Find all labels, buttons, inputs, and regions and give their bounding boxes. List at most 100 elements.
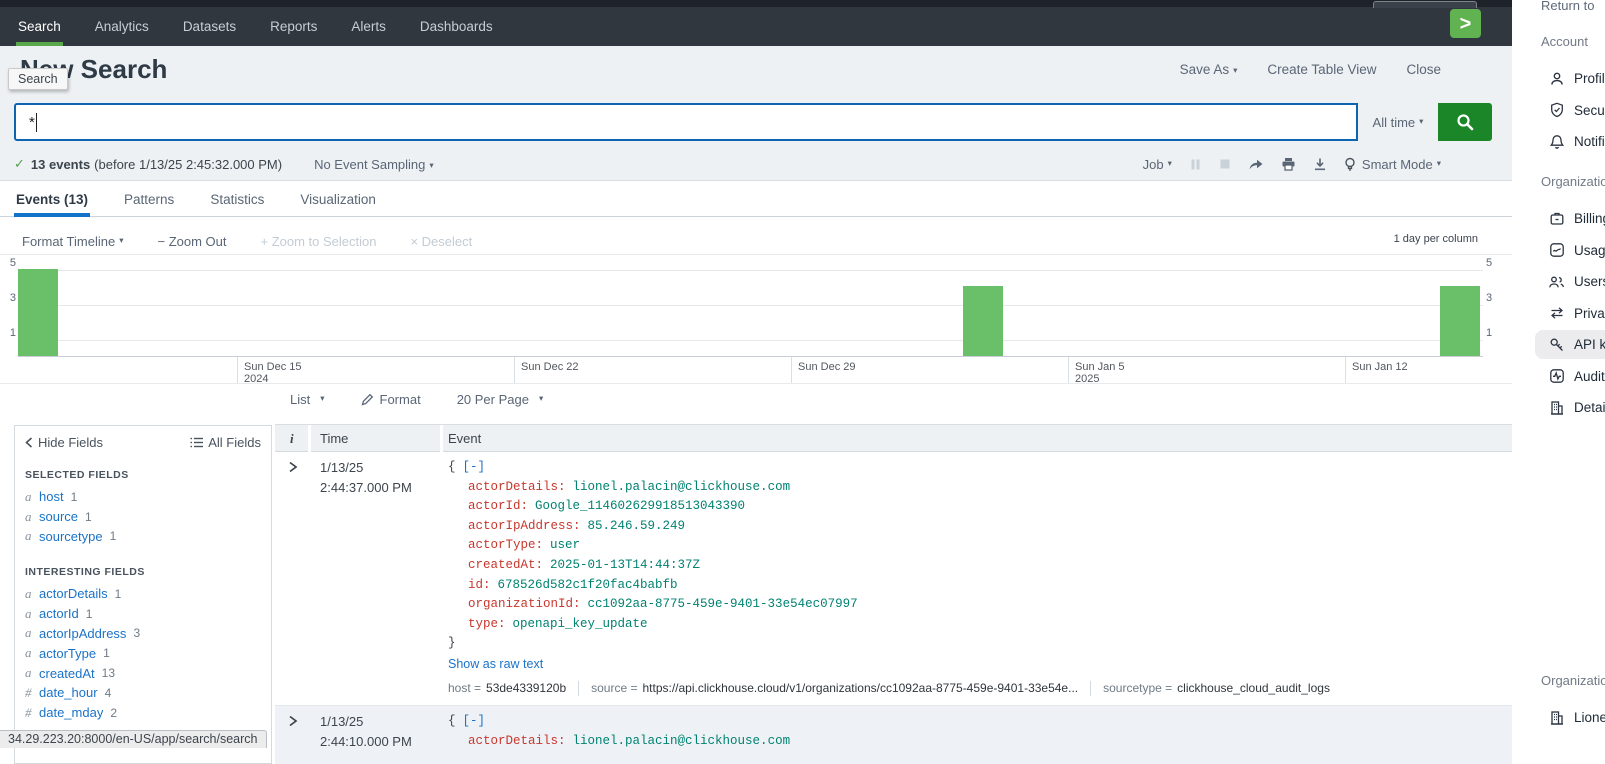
json-value[interactable]: openapi_key_update bbox=[513, 617, 648, 631]
zoom-out-button[interactable]: − Zoom Out bbox=[157, 234, 226, 249]
panel-item-private-endpoints[interactable]: Private... bbox=[1548, 298, 1605, 330]
zoom-to-selection-button[interactable]: + Zoom to Selection bbox=[260, 234, 376, 249]
panel-item-notifications[interactable]: Notifications bbox=[1548, 126, 1605, 158]
timeline-toolbar: Format Timeline − Zoom Out + Zoom to Sel… bbox=[0, 228, 1512, 255]
column-header-event: Event bbox=[448, 425, 481, 452]
field-item-sourcetype[interactable]: asourcetype1 bbox=[25, 527, 267, 547]
smart-mode-dropdown[interactable]: Smart Mode bbox=[1344, 157, 1441, 172]
panel-item-users[interactable]: Users bbox=[1548, 266, 1605, 298]
return-to-link[interactable]: Return to bbox=[1541, 0, 1594, 13]
json-value[interactable]: Google_114602629918513043390 bbox=[535, 499, 745, 513]
json-collapse-toggle[interactable]: [-] bbox=[463, 714, 486, 728]
x-axis-tick bbox=[1068, 357, 1069, 383]
json-value[interactable]: 85.246.59.249 bbox=[588, 519, 686, 533]
meta-host-value[interactable]: 53de4339120b bbox=[486, 681, 566, 695]
tab-events[interactable]: Events (13) bbox=[14, 181, 90, 217]
top-navbar: Search Analytics Datasets Reports Alerts… bbox=[0, 0, 1512, 46]
field-item-date_hour[interactable]: #date_hour4 bbox=[25, 683, 267, 703]
events-table-header: i Time Event bbox=[275, 424, 1512, 452]
create-table-view-button[interactable]: Create Table View bbox=[1267, 62, 1376, 77]
timeline-bar[interactable] bbox=[963, 286, 1003, 356]
event-count: 13 events bbox=[31, 157, 90, 172]
list-view-dropdown[interactable]: List bbox=[290, 392, 325, 407]
magnifier-icon bbox=[1455, 112, 1475, 132]
deselect-button[interactable]: × Deselect bbox=[410, 234, 472, 249]
search-input[interactable]: * bbox=[14, 103, 1358, 141]
x-axis-label: Sun Dec 22 bbox=[521, 361, 578, 373]
divider bbox=[578, 681, 579, 696]
x-axis-label: Sun Dec 29 bbox=[798, 361, 855, 373]
json-value[interactable]: cc1092aa-8775-459e-9401-33e54ec07997 bbox=[588, 597, 858, 611]
panel-item-api-keys[interactable]: API keys bbox=[1548, 329, 1605, 361]
json-value[interactable]: user bbox=[550, 538, 580, 552]
per-page-dropdown[interactable]: 20 Per Page bbox=[457, 392, 544, 407]
field-item-source[interactable]: asource1 bbox=[25, 507, 267, 527]
pause-button[interactable] bbox=[1189, 158, 1202, 171]
nav-tab-reports[interactable]: Reports bbox=[270, 7, 317, 46]
panel-item-billing[interactable]: Billing bbox=[1548, 203, 1605, 235]
timeline-bar[interactable] bbox=[18, 269, 58, 357]
expand-event-chevron[interactable] bbox=[288, 715, 298, 727]
show-raw-text-link[interactable]: Show as raw text bbox=[448, 654, 543, 674]
event-timestamp: 1/13/25 2:44:10.000 PM bbox=[320, 712, 412, 751]
expand-event-chevron[interactable] bbox=[288, 461, 298, 473]
field-item-actorType[interactable]: aactorType1 bbox=[25, 643, 267, 663]
nav-tab-analytics[interactable]: Analytics bbox=[95, 7, 149, 46]
stop-button[interactable] bbox=[1219, 158, 1231, 170]
timeline-scale-label: 1 day per column bbox=[1394, 233, 1478, 245]
save-as-button[interactable]: Save As bbox=[1180, 62, 1238, 77]
nav-tab-datasets[interactable]: Datasets bbox=[183, 7, 236, 46]
search-button[interactable] bbox=[1438, 103, 1492, 141]
nav-tab-alerts[interactable]: Alerts bbox=[351, 7, 386, 46]
panel-item-usage[interactable]: Usage bbox=[1548, 235, 1605, 267]
format-timeline-dropdown[interactable]: Format Timeline bbox=[22, 234, 123, 249]
meta-source-value[interactable]: https://api.clickhouse.cloud/v1/organiza… bbox=[642, 681, 1078, 695]
json-value[interactable]: 2025-01-13T14:44:37Z bbox=[550, 558, 700, 572]
billing-card-icon bbox=[1548, 210, 1565, 227]
json-key: actorId: bbox=[468, 499, 528, 513]
panel-item-security[interactable]: Security bbox=[1548, 95, 1605, 127]
field-item-actorIpAddress[interactable]: aactorIpAddress3 bbox=[25, 624, 267, 644]
text-cursor bbox=[36, 113, 38, 132]
field-item-actorId[interactable]: aactorId1 bbox=[25, 604, 267, 624]
json-collapse-toggle[interactable]: [-] bbox=[463, 460, 486, 474]
meta-sourcetype-value[interactable]: clickhouse_cloud_audit_logs bbox=[1177, 681, 1330, 695]
field-item-createdAt[interactable]: acreatedAt13 bbox=[25, 663, 267, 683]
share-button[interactable] bbox=[1248, 157, 1264, 171]
browser-status-bar: 34.29.223.20:8000/en-US/app/search/searc… bbox=[0, 730, 267, 748]
close-button[interactable]: Close bbox=[1406, 62, 1441, 77]
nav-tab-search[interactable]: Search bbox=[18, 7, 61, 46]
field-item-date_mday[interactable]: #date_mday2 bbox=[25, 703, 267, 723]
tab-statistics[interactable]: Statistics bbox=[208, 181, 266, 217]
hide-fields-button[interactable]: Hide Fields bbox=[25, 435, 103, 450]
topbar-partial-element bbox=[1373, 1, 1477, 8]
all-fields-button[interactable]: All Fields bbox=[190, 435, 261, 450]
nav-tab-dashboards[interactable]: Dashboards bbox=[420, 7, 493, 46]
json-value[interactable]: lionel.palacin@clickhouse.com bbox=[573, 734, 791, 748]
json-key: actorDetails: bbox=[468, 480, 566, 494]
tab-visualization[interactable]: Visualization bbox=[298, 181, 378, 217]
panel-item-details[interactable]: Details bbox=[1548, 392, 1605, 424]
field-item-actorDetails[interactable]: aactorDetails1 bbox=[25, 584, 267, 604]
time-range-picker[interactable]: All time bbox=[1358, 103, 1438, 141]
x-axis-tick bbox=[791, 357, 792, 383]
section-title-organization-2: Organization bbox=[1541, 674, 1605, 688]
panel-item-audit[interactable]: Audit bbox=[1548, 361, 1605, 393]
panel-item-profile[interactable]: Profile bbox=[1548, 63, 1605, 95]
format-results-button[interactable]: Format bbox=[361, 392, 421, 407]
timeline-bar[interactable] bbox=[1440, 286, 1480, 356]
job-menu-button[interactable]: Job bbox=[1143, 157, 1172, 172]
export-button[interactable] bbox=[1313, 157, 1327, 171]
caret-down-icon bbox=[119, 235, 123, 246]
field-item-host[interactable]: ahost1 bbox=[25, 487, 267, 507]
check-icon bbox=[14, 156, 25, 172]
caret-down-icon bbox=[1437, 158, 1441, 169]
panel-item-lionel-org[interactable]: Lionel bbox=[1548, 702, 1605, 734]
json-value[interactable]: lionel.palacin@clickhouse.com bbox=[573, 480, 791, 494]
tab-patterns[interactable]: Patterns bbox=[122, 181, 176, 217]
print-button[interactable] bbox=[1281, 157, 1296, 171]
json-value[interactable]: 678526d582c1f20fac4babfb bbox=[498, 578, 678, 592]
event-sampling-dropdown[interactable]: No Event Sampling bbox=[314, 157, 434, 172]
splunk-logo[interactable]: > bbox=[1450, 9, 1481, 38]
arrows-swap-icon bbox=[1548, 305, 1565, 322]
